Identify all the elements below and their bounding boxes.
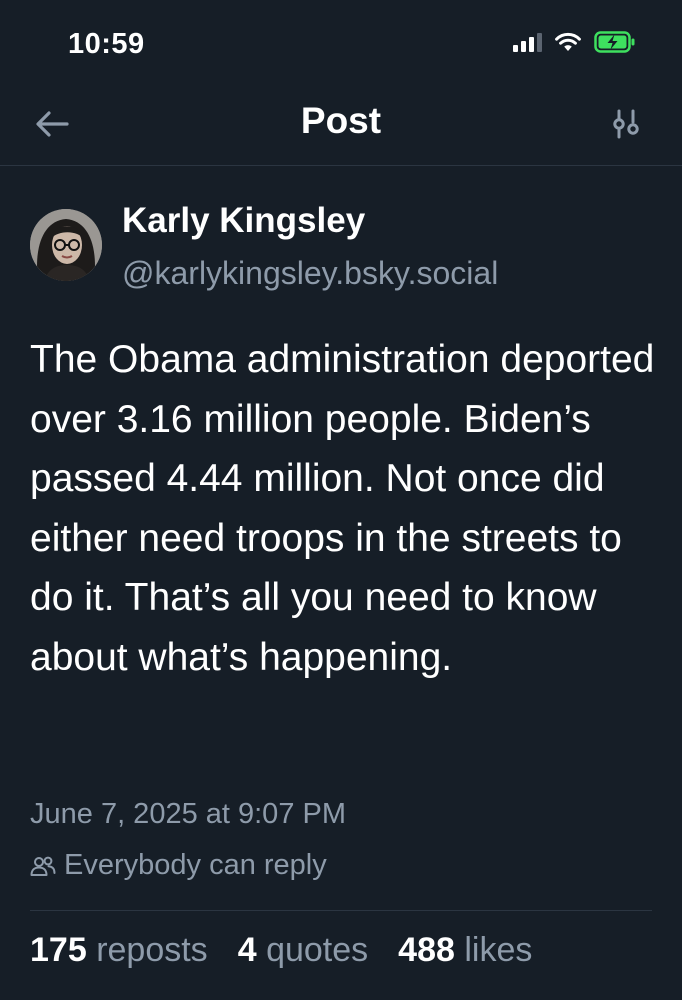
avatar[interactable] — [30, 209, 102, 281]
divider — [30, 910, 652, 911]
post-text: The Obama administration deported over 3… — [30, 338, 655, 679]
quotes-label: quotes — [266, 931, 369, 969]
status-icons — [513, 31, 636, 53]
wifi-icon — [555, 32, 581, 51]
author-handle[interactable]: @karlykingsley.bsky.social — [122, 255, 498, 292]
page-title: Post — [300, 100, 382, 141]
quotes-count: 4 — [237, 931, 257, 969]
reply-setting[interactable]: Everybody can reply — [30, 849, 327, 882]
quotes-stat[interactable]: 4 quotes — [238, 931, 368, 970]
people-icon — [30, 856, 56, 876]
likes-count: 488 — [398, 931, 455, 969]
status-time: 10:59 — [68, 28, 145, 60]
post-timestamp: June 7, 2025 at 9:07 PM — [30, 798, 346, 830]
author-name[interactable]: Karly Kingsley — [122, 201, 365, 241]
post-stats: 175 reposts 4 quotes 488 likes — [30, 931, 532, 970]
status-bar: 10:59 — [0, 0, 682, 88]
thread-settings-button[interactable] — [606, 106, 646, 142]
likes-stat[interactable]: 488 likes — [398, 931, 532, 970]
post-header: Post — [0, 88, 682, 166]
cellular-signal-icon — [513, 32, 542, 52]
reposts-stat[interactable]: 175 reposts — [30, 931, 208, 970]
likes-label: likes — [464, 931, 533, 969]
reposts-count: 175 — [30, 931, 87, 969]
avatar-image — [30, 209, 102, 281]
sliders-icon — [613, 109, 639, 139]
battery-charging-icon — [594, 31, 635, 53]
reply-setting-label: Everybody can reply — [64, 849, 327, 881]
reposts-label: reposts — [96, 931, 208, 969]
